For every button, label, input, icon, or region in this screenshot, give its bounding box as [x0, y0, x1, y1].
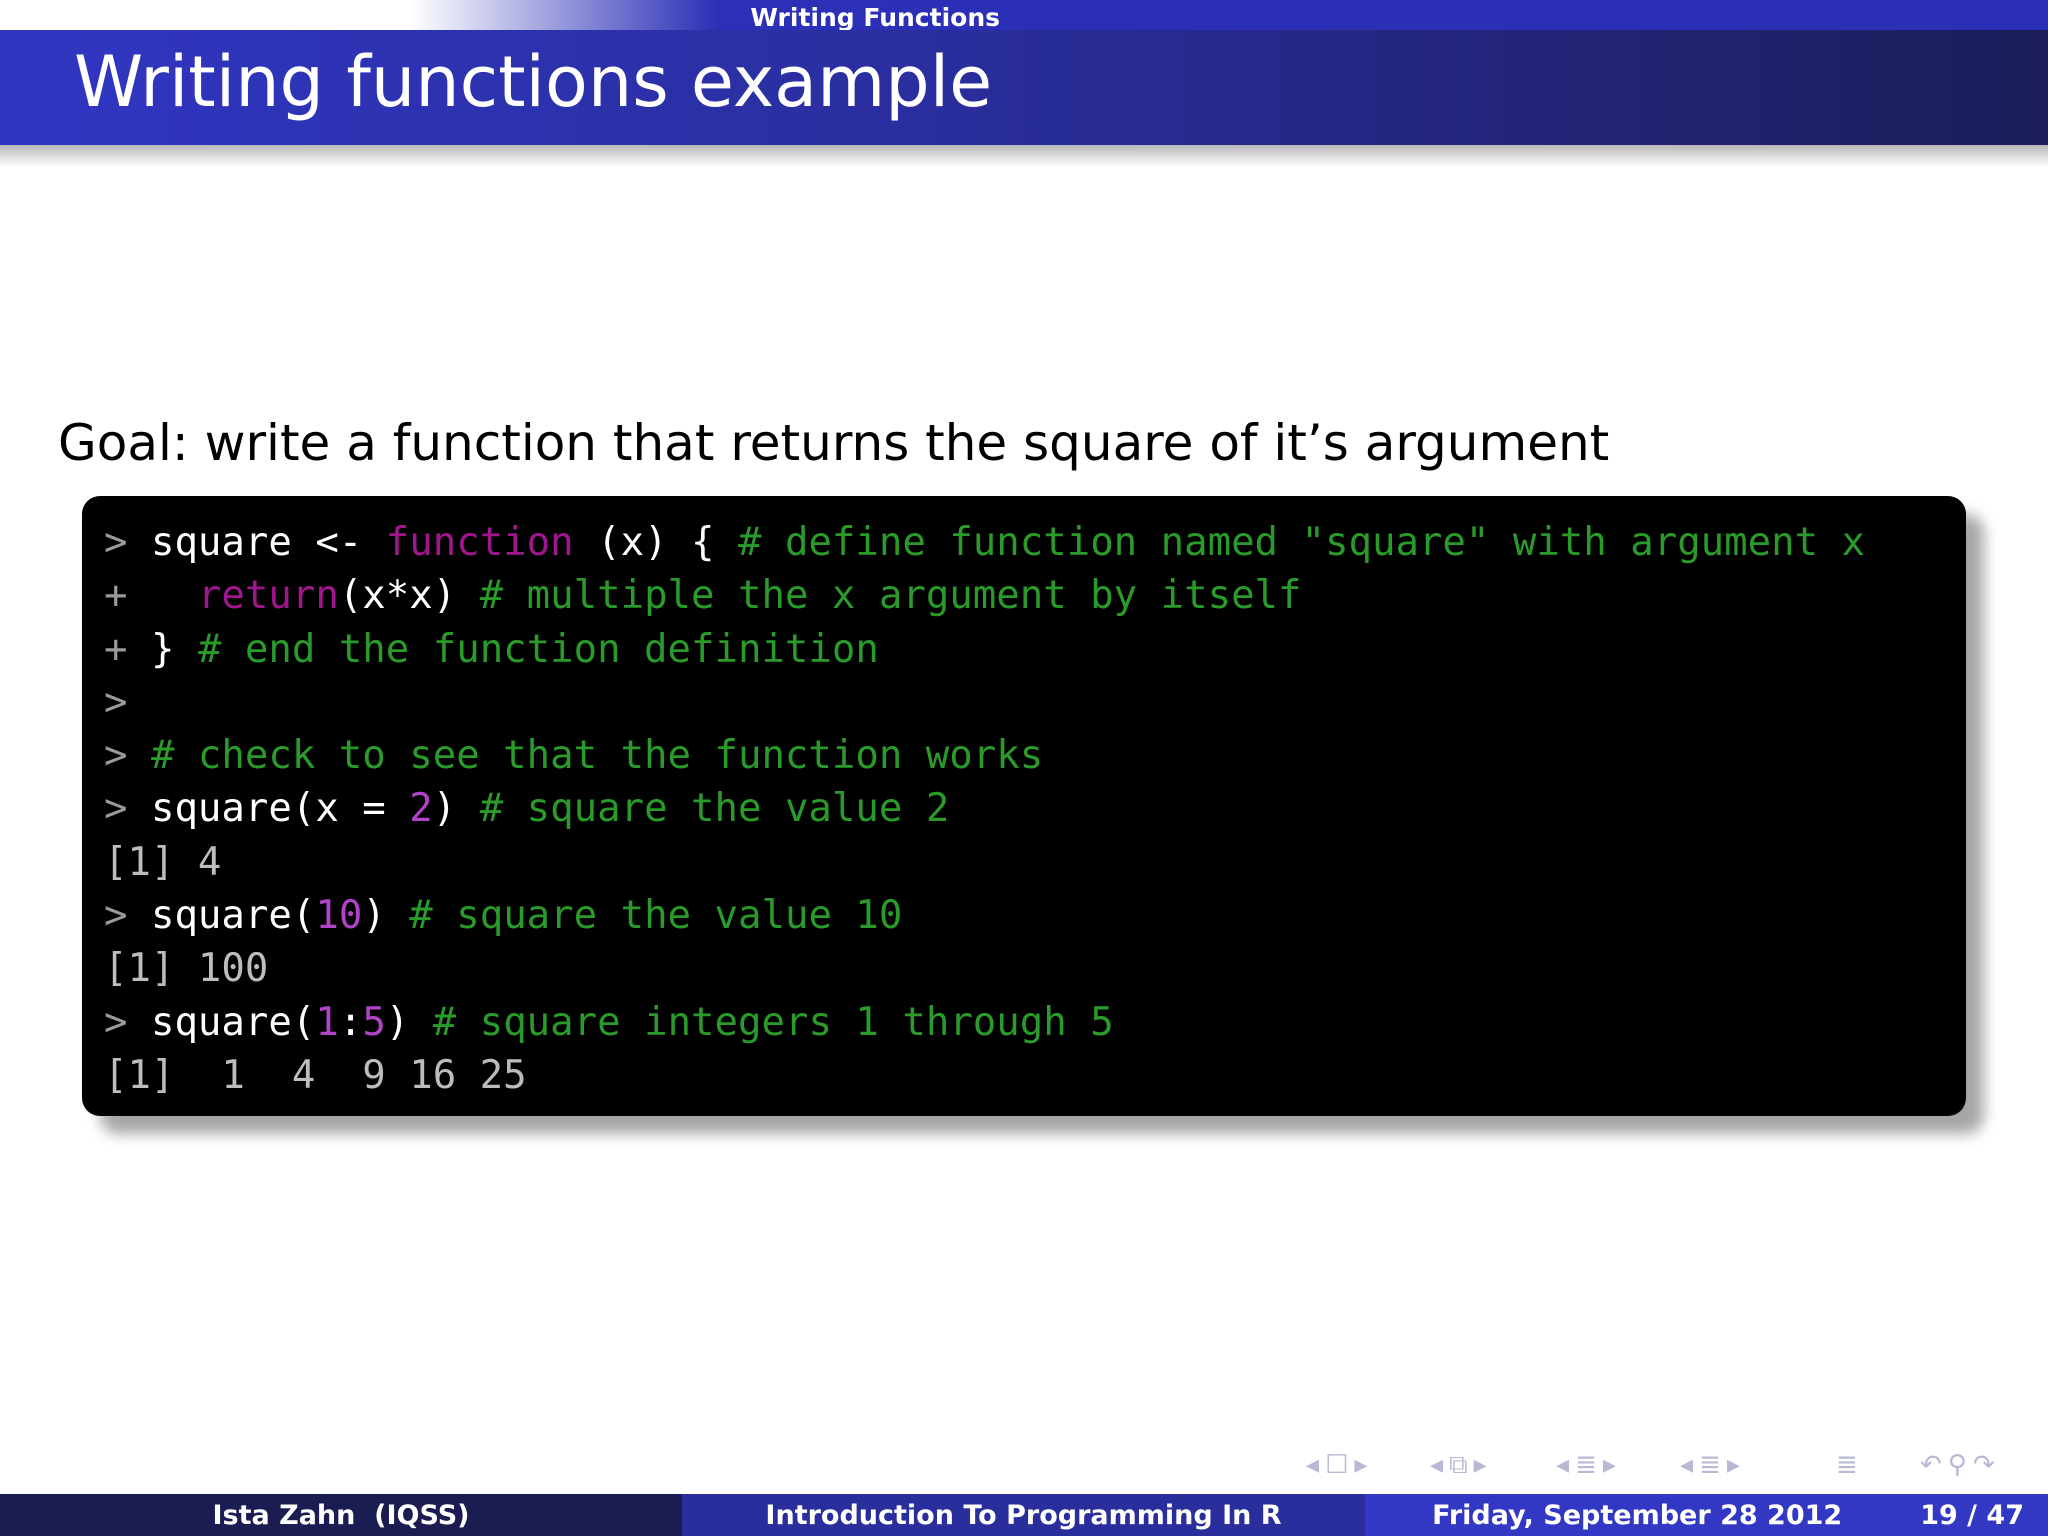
code-line: + } # end the function definition — [104, 623, 1865, 676]
subsection-nav-left-icon[interactable]: ◂ — [1556, 1448, 1569, 1482]
code-token: ) — [432, 786, 480, 832]
code-line: [1] 100 — [104, 942, 1865, 995]
document-icon[interactable]: ≣ — [1836, 1448, 1858, 1482]
headline-left: Writing Functions — [0, 0, 1024, 32]
slide-navigation: ◂ ☐ ▸ — [1306, 1448, 1367, 1482]
code-token: # define function named "square" with ar… — [738, 520, 1866, 565]
code-token: } — [150, 626, 198, 672]
code-token: function — [385, 520, 574, 565]
r-code-listing: > square <- function (x) { # define func… — [104, 516, 1865, 1102]
slide-nav-right-icon[interactable]: ▸ — [1354, 1448, 1367, 1482]
search-icon[interactable]: ⚲ — [1948, 1448, 1967, 1482]
frame-nav-left-icon[interactable]: ◂ — [1430, 1448, 1443, 1482]
goal-text: Goal: write a function that returns the … — [58, 414, 1610, 472]
code-token: 5 — [362, 999, 386, 1045]
code-line: [1] 4 — [104, 836, 1865, 889]
code-token: > — [104, 679, 128, 725]
slide-nav-left-icon[interactable]: ◂ — [1306, 1448, 1319, 1482]
code-token: : — [338, 999, 363, 1045]
frame-navigation: ◂ ⧉ ▸ — [1430, 1448, 1487, 1482]
code-line: [1] 1 4 9 16 25 — [104, 1049, 1865, 1102]
subsection-icon[interactable]: ≣ — [1575, 1448, 1597, 1482]
footer-author: Ista Zahn (IQSS) — [0, 1494, 682, 1536]
frame-icon[interactable]: ⧉ — [1449, 1448, 1468, 1482]
section-nav-left-icon[interactable]: ◂ — [1680, 1448, 1693, 1482]
footer-author-text: Ista Zahn (IQSS) — [212, 1499, 470, 1531]
code-token: square(x = — [150, 786, 410, 832]
code-line: > — [104, 676, 1865, 729]
code-token: > — [104, 893, 151, 939]
footer: Ista Zahn (IQSS) Introduction To Program… — [0, 1494, 2048, 1536]
footer-title: Introduction To Programming In R — [682, 1494, 1365, 1536]
code-token: square( — [150, 893, 316, 939]
code-token: # check to see that the function works — [150, 733, 1044, 779]
section-navigation-bar: Writing Functions — [0, 0, 2048, 32]
code-line: > square(1:5) # square integers 1 throug… — [104, 996, 1865, 1049]
section-nav-right-icon[interactable]: ▸ — [1727, 1448, 1740, 1482]
code-token: > — [104, 999, 151, 1045]
code-token: square <- — [150, 520, 386, 565]
section-name[interactable]: Writing Functions — [0, 0, 1024, 32]
frame-title: Writing functions example — [74, 41, 993, 123]
code-token: ) — [385, 999, 433, 1045]
footer-date-text: Friday, September 28 2012 — [1432, 1499, 1843, 1531]
code-token: [1] 4 — [104, 839, 222, 885]
code-line: > square <- function (x) { # define func… — [104, 516, 1865, 569]
code-token: (x*x) — [338, 573, 480, 619]
code-block: > square <- function (x) { # define func… — [82, 496, 1966, 1116]
back-icon[interactable]: ↶ — [1920, 1448, 1942, 1482]
code-token: (x) { — [573, 520, 738, 565]
footer-date: Friday, September 28 2012 19 / 47 — [1365, 1494, 2048, 1536]
subsection-navigation: ◂ ≣ ▸ — [1556, 1448, 1616, 1482]
code-token: # square the value 10 — [409, 893, 903, 939]
code-token: 10 — [315, 893, 363, 939]
forward-icon[interactable]: ↷ — [1973, 1448, 1995, 1482]
code-token: + — [104, 626, 151, 672]
frame-title-shadow — [0, 145, 2048, 167]
slide-icon[interactable]: ☐ — [1325, 1448, 1348, 1482]
code-token: > — [104, 733, 151, 779]
code-token: [1] 1 4 9 16 25 — [104, 1052, 527, 1098]
footer-title-text: Introduction To Programming In R — [765, 1499, 1282, 1531]
code-token: > — [104, 786, 151, 832]
headline-right — [1024, 0, 2048, 30]
code-token: + — [104, 573, 198, 619]
page-number: 19 / 47 — [1920, 1499, 2024, 1531]
subsection-nav-right-icon[interactable]: ▸ — [1603, 1448, 1616, 1482]
section-navigation: ◂ ≣ ▸ — [1680, 1448, 1740, 1482]
document-navigation: ≣ — [1836, 1448, 1858, 1482]
code-line: > # check to see that the function works — [104, 729, 1865, 782]
code-token: ) — [362, 893, 410, 939]
code-token: return — [197, 573, 339, 619]
code-token: # end the function definition — [197, 626, 879, 672]
frame-nav-right-icon[interactable]: ▸ — [1474, 1448, 1487, 1482]
code-token: 1 — [315, 999, 339, 1045]
code-token: 2 — [409, 786, 433, 832]
code-line: > square(10) # square the value 10 — [104, 889, 1865, 942]
code-token: > — [104, 520, 151, 565]
code-line: > square(x = 2) # square the value 2 — [104, 782, 1865, 835]
code-line: + return(x*x) # multiple the x argument … — [104, 569, 1865, 622]
code-token: # square integers 1 through 5 — [432, 999, 1114, 1045]
section-icon[interactable]: ≣ — [1699, 1448, 1721, 1482]
code-token: [1] 100 — [104, 946, 269, 992]
code-token: # square the value 2 — [479, 786, 950, 832]
code-token: square( — [150, 999, 316, 1045]
code-token: # multiple the x argument by itself — [479, 573, 1302, 619]
search-navigation: ↶ ⚲ ↷ — [1920, 1448, 1995, 1482]
